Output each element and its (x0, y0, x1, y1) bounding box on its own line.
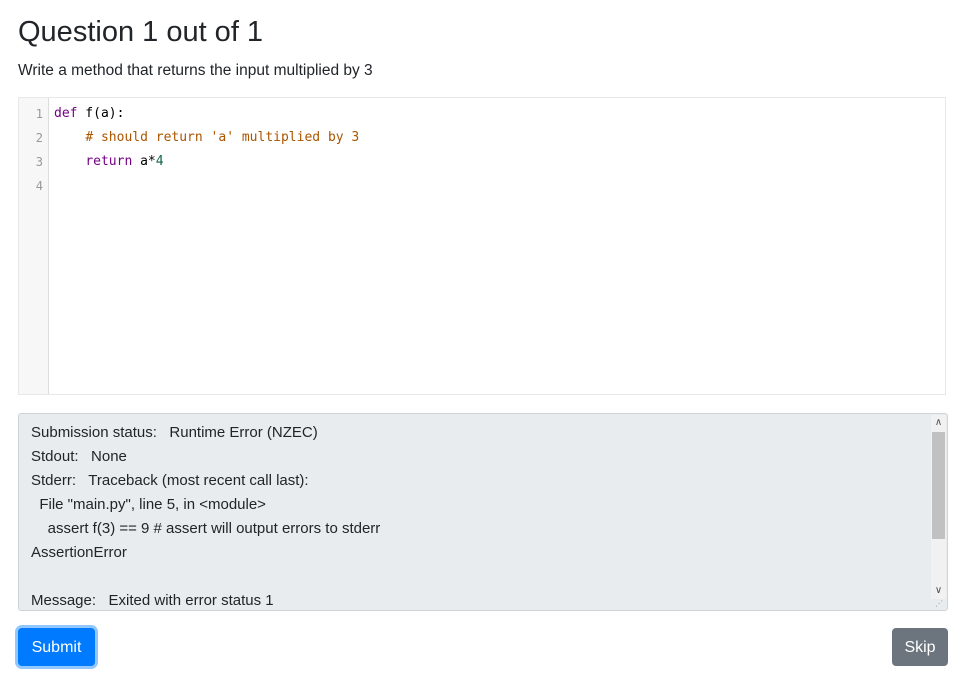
output-line-status: Submission status: Runtime Error (NZEC) (31, 424, 318, 441)
scrollbar-thumb[interactable] (932, 432, 945, 539)
output-line-traceback: File "main.py", line 5, in <module> (31, 496, 266, 513)
question-prompt: Write a method that returns the input mu… (18, 62, 373, 79)
chevron-up-icon[interactable]: ∧ (931, 415, 946, 431)
line-number: 1 (35, 107, 43, 121)
resize-grip-icon[interactable]: ⋰ (935, 599, 945, 609)
output-line-stderr: Stderr: Traceback (most recent call last… (31, 472, 309, 489)
code-line[interactable]: return a*4 (54, 154, 164, 170)
code-number: 4 (155, 154, 164, 169)
line-number-gutter: 1 2 3 4 (19, 98, 49, 394)
output-line-message: Message: Exited with error status 1 (31, 592, 274, 609)
output-line-error: AssertionError (31, 544, 127, 561)
code-keyword: return (85, 154, 133, 169)
code-text: a* (132, 154, 156, 169)
code-text: f(a): (77, 106, 125, 121)
submission-output[interactable]: Submission status: Runtime Error (NZEC) … (18, 413, 948, 611)
code-line[interactable]: def f(a): (54, 106, 124, 122)
code-keyword: def (54, 106, 78, 121)
output-scrollbar[interactable]: ∧ ∨ (931, 415, 946, 599)
chevron-down-icon[interactable]: ∨ (931, 583, 946, 599)
line-number: 4 (35, 179, 43, 193)
page-title: Question 1 out of 1 (18, 16, 264, 48)
output-line-traceback: assert f(3) == 9 # assert will output er… (31, 520, 381, 537)
line-number: 2 (35, 131, 43, 145)
submit-button[interactable]: Submit (18, 628, 95, 666)
line-number: 3 (35, 155, 43, 169)
skip-button[interactable]: Skip (892, 628, 948, 666)
output-line-stdout: Stdout: None (31, 448, 127, 465)
code-line[interactable]: # should return 'a' multiplied by 3 (54, 130, 359, 146)
code-comment: # should return 'a' multiplied by 3 (85, 130, 360, 145)
code-editor[interactable]: 1 2 3 4 def f(a): # should return 'a' mu… (18, 97, 946, 395)
